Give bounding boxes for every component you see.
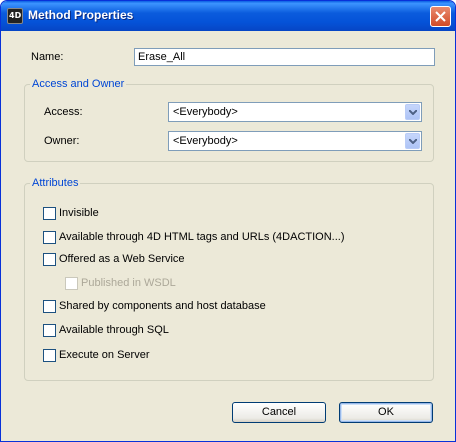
owner-label: Owner: bbox=[44, 135, 80, 147]
available-sql-checkbox[interactable] bbox=[43, 324, 56, 337]
execute-server-label: Execute on Server bbox=[59, 349, 150, 361]
web-service-checkbox[interactable] bbox=[43, 253, 56, 266]
available-sql-label: Available through SQL bbox=[59, 324, 169, 336]
method-properties-dialog: 4D Method Properties Name: Erase_All Acc… bbox=[0, 0, 456, 442]
4d-app-icon: 4D bbox=[7, 8, 23, 24]
owner-dropdown-button[interactable] bbox=[405, 133, 420, 149]
available-html-label: Available through 4D HTML tags and URLs … bbox=[59, 231, 345, 243]
access-select[interactable]: <Everybody> bbox=[168, 102, 422, 122]
available-html-checkbox[interactable] bbox=[43, 231, 56, 244]
published-wsdl-checkbox[interactable] bbox=[65, 277, 78, 290]
owner-select-value: <Everybody> bbox=[173, 135, 238, 147]
access-label: Access: bbox=[44, 106, 83, 118]
access-select-value: <Everybody> bbox=[173, 106, 238, 118]
web-service-label: Offered as a Web Service bbox=[59, 253, 185, 265]
title-bar[interactable]: 4D Method Properties bbox=[1, 1, 455, 31]
chevron-down-icon bbox=[409, 139, 417, 144]
shared-components-label: Shared by components and host database bbox=[59, 300, 266, 312]
close-button[interactable] bbox=[430, 6, 451, 27]
invisible-checkbox[interactable] bbox=[43, 207, 56, 220]
window-title: Method Properties bbox=[28, 8, 134, 22]
shared-components-checkbox[interactable] bbox=[43, 300, 56, 313]
access-owner-group-title: Access and Owner bbox=[30, 78, 127, 90]
owner-select[interactable]: <Everybody> bbox=[168, 131, 422, 151]
name-field[interactable]: Erase_All bbox=[134, 48, 435, 66]
name-label: Name: bbox=[31, 51, 64, 63]
published-wsdl-label: Published in WSDL bbox=[81, 277, 176, 289]
chevron-down-icon bbox=[409, 110, 417, 115]
access-dropdown-button[interactable] bbox=[405, 104, 420, 120]
close-icon bbox=[435, 11, 446, 22]
cancel-button[interactable]: Cancel bbox=[232, 402, 326, 423]
execute-server-checkbox[interactable] bbox=[43, 349, 56, 362]
invisible-label: Invisible bbox=[59, 207, 99, 219]
ok-button[interactable]: OK bbox=[339, 402, 433, 423]
attributes-group-title: Attributes bbox=[30, 177, 81, 189]
